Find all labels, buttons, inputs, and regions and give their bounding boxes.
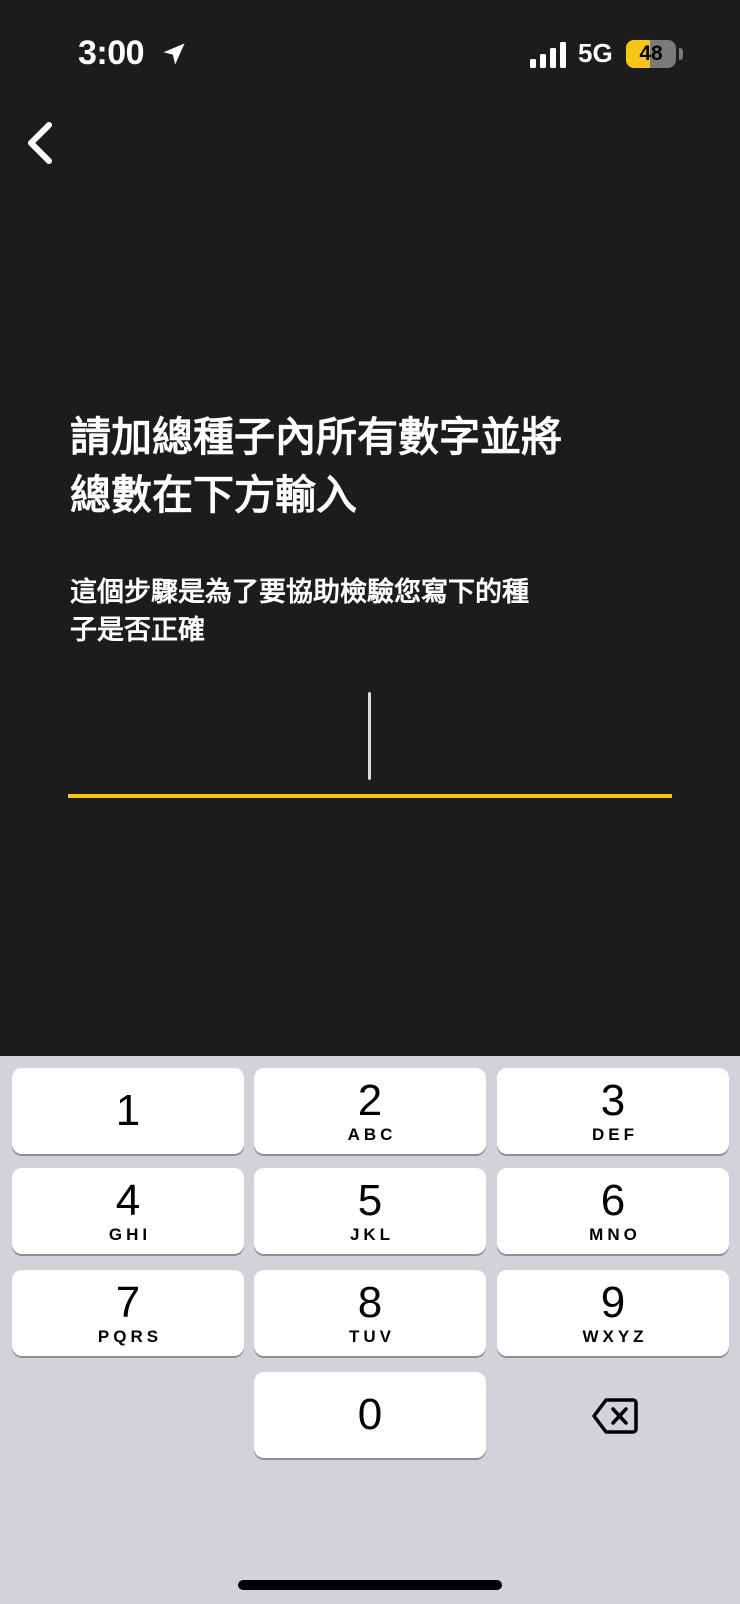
battery-level: 48 xyxy=(639,42,663,65)
key-digit: 4 xyxy=(115,1176,141,1225)
key-digit: 6 xyxy=(600,1176,626,1225)
status-time: 3:00 xyxy=(78,34,145,72)
battery-cap xyxy=(679,48,683,60)
key-1[interactable]: 1 xyxy=(12,1068,244,1154)
network-type: 5G xyxy=(578,38,613,68)
key-letters: DEF xyxy=(592,1125,638,1144)
key-letters: MNO xyxy=(589,1225,641,1244)
back-button[interactable] xyxy=(10,110,70,176)
key-9[interactable]: 9 WXYZ xyxy=(497,1270,729,1356)
key-letters: WXYZ xyxy=(582,1327,648,1346)
status-bar: 3:00 5G 48 xyxy=(0,0,740,110)
key-4[interactable]: 4 GHI xyxy=(12,1168,244,1254)
key-digit: 1 xyxy=(115,1086,141,1135)
page-description-line-1: 這個步驟是為了要協助檢驗您寫下的種 xyxy=(70,577,529,608)
key-digit: 0 xyxy=(357,1390,383,1439)
key-0[interactable]: 0 xyxy=(254,1372,486,1458)
page-description-line-2: 子是否正確 xyxy=(70,615,205,646)
key-letters: ABC xyxy=(347,1125,397,1144)
key-digit: 8 xyxy=(357,1278,383,1327)
numeric-keypad: 1 2 ABC 3 DEF 4 GHI 5 JKL 6 MNO 7 PQRS 8… xyxy=(0,1056,740,1604)
key-5[interactable]: 5 JKL xyxy=(254,1168,486,1254)
delete-button[interactable] xyxy=(560,1386,670,1446)
page-title: 請加總種子內所有數字並將 總數在下方輸入 xyxy=(70,408,670,524)
key-digit: 9 xyxy=(600,1278,626,1327)
chevron-left-icon xyxy=(28,122,52,164)
key-3[interactable]: 3 DEF xyxy=(497,1068,729,1154)
key-letters: TUV xyxy=(349,1327,395,1346)
battery-icon: 48 xyxy=(626,40,676,68)
key-letters: PQRS xyxy=(97,1327,163,1346)
location-arrow-icon xyxy=(163,43,185,65)
page-title-line-2: 總數在下方輸入 xyxy=(70,471,357,519)
key-digit: 2 xyxy=(357,1076,383,1125)
key-digit: 5 xyxy=(357,1176,383,1225)
key-letters: GHI xyxy=(108,1225,152,1244)
key-2[interactable]: 2 ABC xyxy=(254,1068,486,1154)
cellular-signal-icon xyxy=(530,42,566,68)
key-7[interactable]: 7 PQRS xyxy=(12,1270,244,1356)
key-6[interactable]: 6 MNO xyxy=(497,1168,729,1254)
key-8[interactable]: 8 TUV xyxy=(254,1270,486,1356)
home-indicator[interactable] xyxy=(238,1580,502,1590)
key-digit: 3 xyxy=(600,1076,626,1125)
text-cursor xyxy=(368,692,371,780)
key-digit: 7 xyxy=(115,1278,141,1327)
backspace-icon xyxy=(592,1398,638,1434)
page-title-line-1: 請加總種子內所有數字並將 xyxy=(70,413,562,461)
key-letters: JKL xyxy=(349,1225,395,1244)
page-description: 這個步驟是為了要協助檢驗您寫下的種 子是否正確 xyxy=(70,574,650,650)
